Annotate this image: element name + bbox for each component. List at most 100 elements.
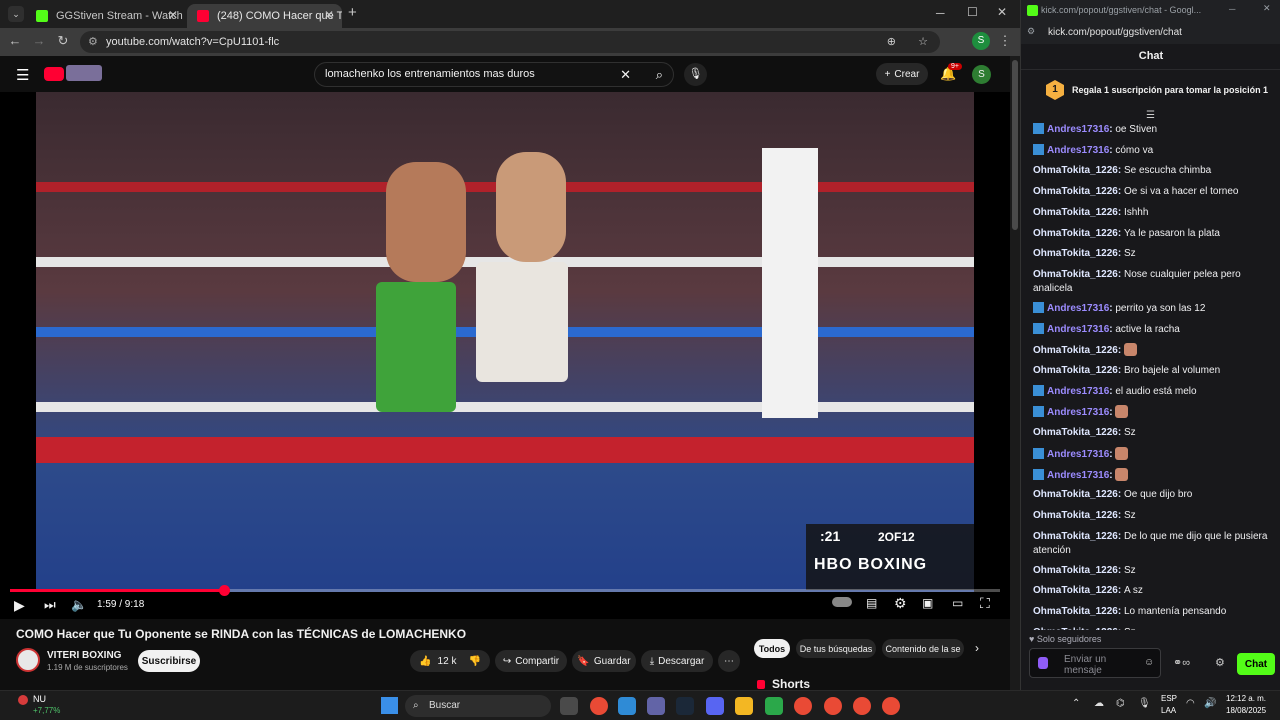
widget-label[interactable]: NU [33, 694, 46, 704]
chat-input[interactable]: Enviar un mensaje ☺ [1029, 648, 1161, 678]
maximize-icon[interactable]: ☐ [967, 5, 978, 19]
emoji-icon[interactable]: ☺ [1144, 657, 1154, 668]
youtube-logo-icon[interactable] [44, 67, 64, 81]
theater-mode-icon[interactable]: ▭ [952, 596, 963, 610]
chat-username[interactable]: Andres17316 [1047, 324, 1109, 335]
volume-icon[interactable]: 🔈 [71, 597, 87, 613]
settings-gear-icon[interactable]: ⚙ [894, 595, 907, 612]
chat-username[interactable]: Andres17316 [1047, 407, 1109, 418]
chat-username[interactable]: OhmaTokita_1226 [1033, 228, 1118, 239]
file-explorer-icon[interactable] [735, 697, 753, 715]
reload-icon[interactable]: ↻ [54, 33, 72, 49]
chat-username[interactable]: OhmaTokita_1226 [1033, 565, 1118, 576]
tab-ggstiven[interactable]: GGStiven Stream - Watch Live o ✕ [26, 4, 186, 28]
language-code[interactable]: ESP [1161, 694, 1177, 703]
close-icon[interactable]: ✕ [168, 8, 178, 22]
clock-time[interactable]: 12:12 a. m. [1226, 694, 1266, 703]
tab-youtube[interactable]: (248) COMO Hacer que Tu Opo ✕ [187, 4, 342, 28]
search-input[interactable]: lomachenko los entrenamientos mas duros … [314, 62, 674, 87]
fullscreen-icon[interactable]: ⛶ [980, 595, 990, 612]
create-button[interactable]: + Crear [876, 63, 928, 85]
close-icon[interactable]: ✕ [324, 8, 334, 22]
search-icon[interactable]: ⌕ [656, 63, 663, 86]
subscribe-button[interactable]: Suscribirse [138, 650, 200, 672]
windows-start-icon[interactable] [381, 697, 398, 714]
close-window-icon[interactable]: ✕ [1263, 3, 1271, 14]
avatar[interactable]: S [972, 65, 991, 84]
gift-sub-banner[interactable]: 1 Regala 1 suscripción para tomar la pos… [1029, 76, 1273, 106]
subtitles-icon[interactable]: ▤ [866, 596, 877, 610]
filter-chip-content[interactable]: Contenido de la se [882, 639, 964, 658]
close-window-icon[interactable]: ✕ [997, 5, 1007, 19]
chat-username[interactable]: OhmaTokita_1226 [1033, 165, 1118, 176]
chrome-profile-icon[interactable] [794, 697, 812, 715]
steam-icon[interactable] [676, 697, 694, 715]
dislike-icon[interactable]: 👎 [468, 656, 480, 667]
discord-icon[interactable] [706, 697, 724, 715]
page-scrollbar[interactable] [1010, 56, 1020, 690]
site-info-icon[interactable]: ⚙ [1027, 26, 1035, 37]
chrome-profile-icon[interactable] [882, 697, 900, 715]
chevron-right-icon[interactable]: › [975, 641, 979, 655]
tray-chevron-icon[interactable]: ⌃ [1072, 698, 1080, 709]
send-chat-button[interactable]: Chat [1237, 653, 1275, 675]
mic-icon[interactable] [1038, 657, 1048, 669]
forward-icon[interactable]: → [30, 33, 48, 48]
chat-username[interactable]: OhmaTokita_1226 [1033, 365, 1118, 376]
chat-username[interactable]: OhmaTokita_1226 [1033, 531, 1118, 542]
chat-username[interactable]: OhmaTokita_1226 [1033, 186, 1118, 197]
chrome-profile-icon[interactable] [853, 697, 871, 715]
chat-username[interactable]: Andres17316 [1047, 303, 1109, 314]
url-field[interactable]: ⚙ youtube.com/watch?v=CpU1101-flc ⊕ ☆ [80, 31, 940, 53]
minimize-icon[interactable]: ─ [1229, 4, 1235, 14]
autoplay-toggle[interactable] [832, 597, 852, 607]
app-icon[interactable] [765, 697, 783, 715]
bookmark-star-icon[interactable]: ☆ [918, 31, 928, 53]
voice-search-icon[interactable]: 🎙 [684, 63, 707, 86]
chat-username[interactable]: Andres17316 [1047, 124, 1109, 135]
rewards-icon[interactable]: ⚭∞ [1173, 656, 1190, 669]
hamburger-menu-icon[interactable]: ☰ [16, 66, 29, 84]
play-icon[interactable]: ▶ [14, 597, 25, 614]
new-tab-button[interactable]: + [348, 4, 357, 21]
chat-username[interactable]: OhmaTokita_1226 [1033, 585, 1118, 596]
chat-username[interactable]: Andres17316 [1047, 470, 1109, 481]
taskbar-search[interactable]: ⌕ Buscar [405, 695, 551, 717]
zoom-icon[interactable]: ⊕ [887, 31, 896, 53]
profile-avatar[interactable]: S [972, 32, 990, 50]
clear-search-icon[interactable]: ✕ [620, 63, 631, 86]
chat-settings-icon[interactable]: ⚙ [1215, 656, 1225, 669]
filter-chip-all[interactable]: Todos [754, 639, 790, 658]
chat-username[interactable]: OhmaTokita_1226 [1033, 345, 1118, 356]
chat-username[interactable]: OhmaTokita_1226 [1033, 427, 1118, 438]
next-icon[interactable]: ⏭ [44, 597, 56, 613]
minimize-icon[interactable]: ─ [936, 6, 945, 20]
share-button[interactable]: ↪ Compartir [495, 650, 567, 672]
tab-search-button[interactable]: ⌄ [8, 6, 24, 22]
video-player[interactable]: :21 2OF12 HBO BOXING ▶ ⏭ 🔈 1:59 / 9:18 ▤… [0, 92, 1010, 619]
like-count[interactable]: 12 k [438, 656, 457, 667]
chrome-icon[interactable] [590, 697, 608, 715]
chrome-profile-icon[interactable] [824, 697, 842, 715]
filter-chip-searches[interactable]: De tus búsquedas [796, 639, 876, 658]
scrollbar-thumb[interactable] [1012, 60, 1018, 230]
site-info-icon[interactable]: ⚙ [88, 31, 98, 53]
doodle-logo[interactable] [66, 65, 102, 81]
teams-icon[interactable] [647, 697, 665, 715]
speaker-icon[interactable]: 🔊 [1204, 698, 1216, 709]
chat-username[interactable]: OhmaTokita_1226 [1033, 606, 1118, 617]
channel-name[interactable]: VITERI BOXING [47, 650, 121, 661]
download-button[interactable]: ⤓ Descargar [641, 650, 713, 672]
more-actions-icon[interactable]: ⋯ [718, 650, 740, 672]
back-icon[interactable]: ← [6, 33, 24, 48]
chat-username[interactable]: OhmaTokita_1226 [1033, 489, 1118, 500]
channel-avatar[interactable] [16, 648, 40, 672]
task-view-icon[interactable] [560, 697, 578, 715]
chat-username[interactable]: OhmaTokita_1226 [1033, 248, 1118, 259]
network-icon[interactable]: ⌬ [1116, 698, 1125, 709]
chat-username[interactable]: Andres17316 [1047, 145, 1109, 156]
wifi-icon[interactable]: ◠ [1186, 698, 1195, 709]
chat-username[interactable]: OhmaTokita_1226 [1033, 207, 1118, 218]
save-button[interactable]: 🔖 Guardar [572, 650, 636, 672]
popup-url[interactable]: kick.com/popout/ggstiven/chat [1048, 27, 1182, 38]
